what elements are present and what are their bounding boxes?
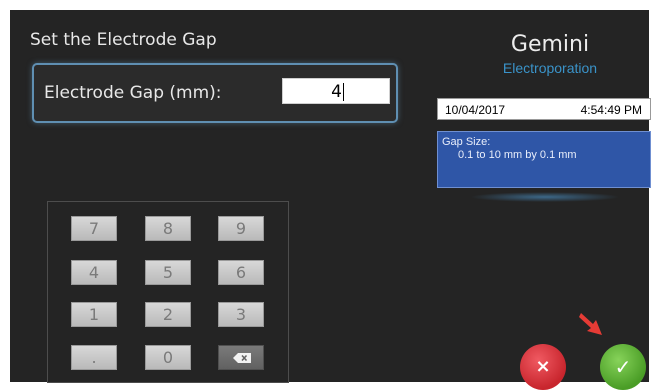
- numeric-keypad: 7 8 9 4 5 6 1 2 3 . 0: [47, 201, 289, 383]
- electrode-gap-label: Electrode Gap (mm):: [44, 83, 222, 103]
- confirm-button[interactable]: ✓: [600, 344, 646, 390]
- app-screen: Set the Electrode Gap Electrode Gap (mm)…: [10, 10, 651, 390]
- brand-title: Gemini: [510, 32, 590, 57]
- date-text: 10/04/2017: [445, 103, 506, 117]
- cancel-button[interactable]: ×: [520, 344, 566, 390]
- key-0[interactable]: 0: [145, 345, 191, 370]
- page-title: Set the Electrode Gap: [30, 30, 217, 50]
- gap-info-box: Gap Size: 0.1 to 10 mm by 0.1 mm: [437, 131, 651, 188]
- electrode-gap-input[interactable]: 4: [282, 78, 390, 104]
- text-caret: [343, 83, 344, 101]
- gap-info-title: Gap Size:: [442, 136, 491, 148]
- backspace-icon: [233, 353, 251, 363]
- key-7[interactable]: 7: [71, 216, 117, 241]
- datetime-display: 10/04/2017 4:54:49 PM: [437, 98, 651, 120]
- arrow-pointer-icon: [579, 313, 602, 335]
- key-decimal[interactable]: .: [71, 345, 117, 370]
- key-9[interactable]: 9: [218, 216, 264, 241]
- key-3[interactable]: 3: [218, 302, 264, 327]
- key-1[interactable]: 1: [71, 302, 117, 327]
- brand-subtitle: Electroporation: [502, 60, 598, 76]
- backspace-key[interactable]: [218, 345, 264, 370]
- electrode-gap-value: 4: [331, 82, 342, 102]
- time-text: 4:54:49 PM: [580, 103, 642, 117]
- gap-info-range: 0.1 to 10 mm by 0.1 mm: [458, 149, 577, 161]
- key-5[interactable]: 5: [145, 260, 191, 285]
- key-2[interactable]: 2: [145, 302, 191, 327]
- info-glow: [470, 192, 620, 202]
- key-4[interactable]: 4: [71, 260, 117, 285]
- key-6[interactable]: 6: [218, 260, 264, 285]
- electrode-gap-panel: Electrode Gap (mm): 4: [32, 63, 398, 123]
- key-8[interactable]: 8: [145, 216, 191, 241]
